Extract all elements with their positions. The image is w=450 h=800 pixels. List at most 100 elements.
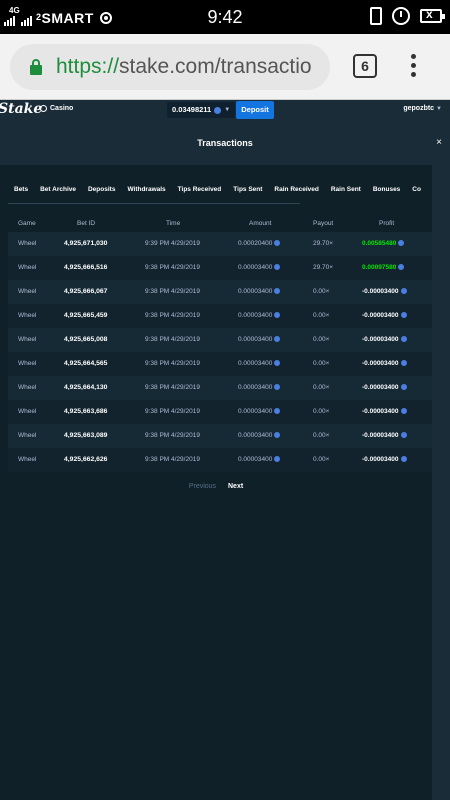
- profit-cell: -0.00003400: [362, 360, 407, 367]
- bet-id-cell[interactable]: 4,925,664,130: [64, 384, 107, 391]
- bet-id-cell[interactable]: 4,925,666,516: [64, 264, 107, 271]
- btc-icon: [274, 288, 281, 294]
- status-bar: 4G 2SMART 9:42: [0, 0, 450, 34]
- btc-icon: [274, 384, 281, 390]
- amount-cell: 0.00020400: [238, 240, 281, 247]
- browser-toolbar: https://stake.com/transactio 6: [0, 34, 450, 100]
- transactions-modal: Transactions × Bets Bet Archive Deposits Wi…: [0, 120, 450, 800]
- previous-button[interactable]: Previous: [189, 483, 216, 490]
- alarm-icon: [392, 7, 410, 25]
- table-row[interactable]: Wheel 4,925,671,030 9:39 PM 4/29/2019 0.000…: [8, 232, 432, 256]
- wallet-balance[interactable]: 0.03498211 ▼: [167, 102, 236, 118]
- deposit-button[interactable]: Deposit: [236, 101, 274, 119]
- next-button[interactable]: Next: [228, 483, 243, 490]
- table-row[interactable]: Wheel 4,925,666,516 9:38 PM 4/29/2019 0.000…: [8, 256, 432, 280]
- casino-label: Casino: [50, 105, 74, 112]
- username: gepozbtc: [403, 105, 435, 112]
- stake-logo[interactable]: Stake: [0, 101, 42, 117]
- game-cell: Wheel: [18, 408, 37, 415]
- table-row[interactable]: Wheel 4,925,663,686 9:38 PM 4/29/2019 0.000…: [8, 400, 432, 424]
- time-cell: 9:38 PM 4/29/2019: [145, 408, 200, 415]
- tab-bet-archive[interactable]: Bet Archive: [34, 183, 82, 197]
- time-cell: 9:38 PM 4/29/2019: [145, 288, 200, 295]
- btc-icon: [274, 456, 281, 462]
- scrollbar[interactable]: [432, 165, 450, 800]
- bet-id-cell[interactable]: 4,925,663,089: [64, 432, 107, 439]
- profit-cell: -0.00003400: [362, 384, 407, 391]
- game-cell: Wheel: [18, 360, 37, 367]
- app-header: Stake Casino 0.03498211 ▼ Deposit gepozb…: [0, 100, 450, 120]
- bet-id-cell[interactable]: 4,925,663,686: [64, 408, 107, 415]
- game-cell: Wheel: [18, 384, 37, 391]
- browser-menu-icon[interactable]: [408, 54, 418, 80]
- casino-icon: [40, 105, 47, 112]
- payout-cell: 0.00×: [313, 336, 330, 343]
- tab-bets[interactable]: Bets: [8, 183, 34, 197]
- casino-link[interactable]: Casino: [40, 105, 73, 112]
- btc-icon: [274, 240, 281, 246]
- table-row[interactable]: Wheel 4,925,664,565 9:38 PM 4/29/2019 0.000…: [8, 352, 432, 376]
- tab-tips-sent[interactable]: Tips Sent: [227, 183, 268, 197]
- profit-cell: 0.00097580: [362, 264, 405, 271]
- payout-cell: 29.70×: [313, 264, 334, 271]
- game-cell: Wheel: [18, 240, 37, 247]
- btc-icon: [400, 456, 407, 462]
- time-cell: 9:38 PM 4/29/2019: [145, 456, 200, 463]
- table-row[interactable]: Wheel 4,925,666,067 9:38 PM 4/29/2019 0.000…: [8, 280, 432, 304]
- tab-rain-received[interactable]: Rain Received: [268, 183, 324, 197]
- btc-icon: [400, 312, 407, 318]
- btc-icon: [398, 264, 405, 270]
- btc-icon: [214, 106, 222, 114]
- amount-cell: 0.00003400: [238, 408, 281, 415]
- transactions-table: Wheel 4,925,671,030 9:39 PM 4/29/2019 0.000…: [8, 232, 432, 472]
- col-profit: Profit: [379, 220, 395, 227]
- payout-cell: 0.00×: [313, 456, 330, 463]
- time-cell: 9:38 PM 4/29/2019: [145, 336, 200, 343]
- close-icon[interactable]: ×: [436, 137, 442, 148]
- profit-cell: -0.00003400: [362, 408, 407, 415]
- tab-tips-received[interactable]: Tips Received: [172, 183, 228, 197]
- tab-bonuses[interactable]: Bonuses: [367, 183, 406, 197]
- bet-id-cell[interactable]: 4,925,662,626: [64, 456, 107, 463]
- profit-cell: -0.00003400: [362, 288, 407, 295]
- game-cell: Wheel: [18, 264, 37, 271]
- tab-deposits[interactable]: Deposits: [82, 183, 121, 197]
- amount-cell: 0.00003400: [238, 456, 281, 463]
- bet-id-cell[interactable]: 4,925,666,067: [64, 288, 107, 295]
- vibrate-icon: [370, 7, 382, 25]
- table-row[interactable]: Wheel 4,925,665,008 9:38 PM 4/29/2019 0.000…: [8, 328, 432, 352]
- time-cell: 9:39 PM 4/29/2019: [145, 240, 200, 247]
- amount-cell: 0.00003400: [238, 288, 281, 295]
- amount-cell: 0.00003400: [238, 336, 281, 343]
- btc-icon: [400, 408, 407, 414]
- btc-icon: [400, 360, 407, 366]
- table-row[interactable]: Wheel 4,925,662,626 9:38 PM 4/29/2019 0.000…: [8, 448, 432, 472]
- tab-switcher-button[interactable]: 6: [353, 54, 377, 78]
- profit-cell: -0.00003400: [362, 336, 407, 343]
- bet-id-cell[interactable]: 4,925,665,459: [64, 312, 107, 319]
- balance-value: 0.03498211: [172, 105, 212, 114]
- bet-id-cell[interactable]: 4,925,664,565: [64, 360, 107, 367]
- tab-co[interactable]: Co: [406, 183, 427, 197]
- bet-id-cell[interactable]: 4,925,665,008: [64, 336, 107, 343]
- url-text[interactable]: https://stake.com/transactio: [56, 55, 326, 79]
- username-menu[interactable]: gepozbtc ▼: [403, 105, 442, 112]
- modal-header: Transactions ×: [0, 120, 450, 165]
- tab-withdrawals[interactable]: Withdrawals: [121, 183, 171, 197]
- battery-icon: [420, 7, 445, 23]
- modal-title: Transactions: [197, 138, 253, 148]
- payout-cell: 0.00×: [313, 288, 330, 295]
- table-row[interactable]: Wheel 4,925,664,130 9:38 PM 4/29/2019 0.000…: [8, 376, 432, 400]
- table-row[interactable]: Wheel 4,925,663,089 9:38 PM 4/29/2019 0.000…: [8, 424, 432, 448]
- table-row[interactable]: Wheel 4,925,665,459 9:38 PM 4/29/2019 0.000…: [8, 304, 432, 328]
- tab-rain-sent[interactable]: Rain Sent: [325, 183, 367, 197]
- time-cell: 9:38 PM 4/29/2019: [145, 264, 200, 271]
- payout-cell: 0.00×: [313, 408, 330, 415]
- bet-id-cell[interactable]: 4,925,671,030: [64, 240, 107, 247]
- chevron-down-icon: ▼: [224, 107, 231, 113]
- time-cell: 9:38 PM 4/29/2019: [145, 384, 200, 391]
- col-game: Game: [18, 220, 36, 227]
- btc-icon: [400, 432, 407, 438]
- game-cell: Wheel: [18, 312, 37, 319]
- url-bar[interactable]: https://stake.com/transactio: [10, 44, 330, 90]
